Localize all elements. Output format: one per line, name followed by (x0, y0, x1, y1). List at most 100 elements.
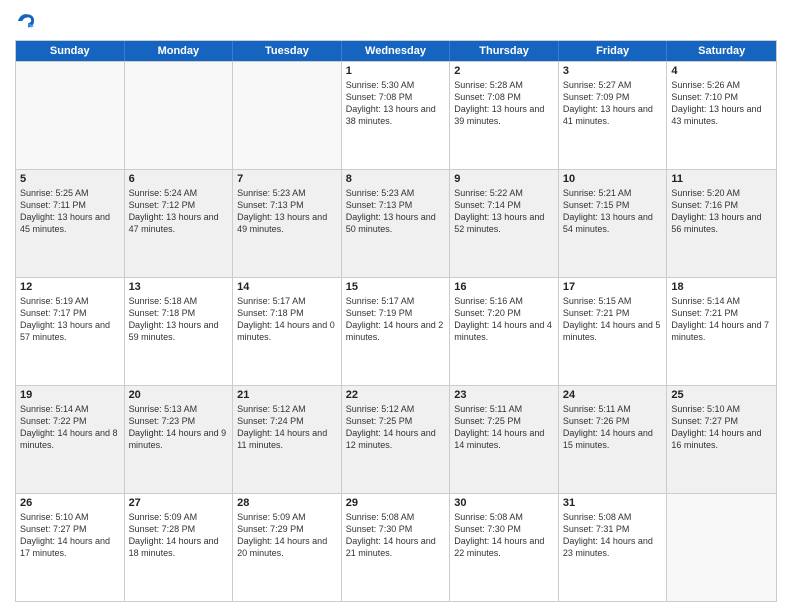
header-cell-sunday: Sunday (16, 41, 125, 61)
calendar-cell: 25 Sunrise: 5:10 AM Sunset: 7:27 PM Dayli… (667, 386, 776, 493)
calendar-header: SundayMondayTuesdayWednesdayThursdayFrid… (16, 41, 776, 61)
cell-info: Sunrise: 5:13 AM Sunset: 7:23 PM Dayligh… (129, 403, 229, 452)
header-cell-monday: Monday (125, 41, 234, 61)
calendar-cell: 4 Sunrise: 5:26 AM Sunset: 7:10 PM Daylig… (667, 62, 776, 169)
day-number: 12 (20, 281, 120, 293)
cell-info: Sunrise: 5:09 AM Sunset: 7:28 PM Dayligh… (129, 511, 229, 560)
day-number: 25 (671, 389, 772, 401)
cell-info: Sunrise: 5:21 AM Sunset: 7:15 PM Dayligh… (563, 187, 663, 236)
cell-info: Sunrise: 5:17 AM Sunset: 7:18 PM Dayligh… (237, 295, 337, 344)
day-number: 11 (671, 173, 772, 185)
day-number: 8 (346, 173, 446, 185)
logo-icon (15, 10, 37, 32)
calendar-cell: 19 Sunrise: 5:14 AM Sunset: 7:22 PM Dayli… (16, 386, 125, 493)
header (15, 10, 777, 32)
calendar-cell: 12Sunrise: 5:19 AM Sunset: 7:17 PM Dayli… (16, 278, 125, 385)
calendar-cell: 30 Sunrise: 5:08 AM Sunset: 7:30 PM Dayli… (450, 494, 559, 601)
cell-info: Sunrise: 5:14 AM Sunset: 7:22 PM Dayligh… (20, 403, 120, 452)
calendar-row-2: 5 Sunrise: 5:25 AM Sunset: 7:11 PM Daylig… (16, 169, 776, 277)
cell-info: Sunrise: 5:30 AM Sunset: 7:08 PM Dayligh… (346, 79, 446, 128)
calendar-cell: 28 Sunrise: 5:09 AM Sunset: 7:29 PM Dayli… (233, 494, 342, 601)
day-number: 13 (129, 281, 229, 293)
calendar-cell: 20 Sunrise: 5:13 AM Sunset: 7:23 PM Dayli… (125, 386, 234, 493)
calendar-cell: 9 Sunrise: 5:22 AM Sunset: 7:14 PM Daylig… (450, 170, 559, 277)
calendar-cell: 15 Sunrise: 5:17 AM Sunset: 7:19 PM Dayli… (342, 278, 451, 385)
calendar-body: 1 Sunrise: 5:30 AM Sunset: 7:08 PM Daylig… (16, 61, 776, 601)
cell-info: Sunrise: 5:16 AM Sunset: 7:20 PM Dayligh… (454, 295, 554, 344)
day-number: 14 (237, 281, 337, 293)
calendar-cell: 29Sunrise: 5:08 AM Sunset: 7:30 PM Dayli… (342, 494, 451, 601)
cell-info: Sunrise: 5:08 AM Sunset: 7:30 PM Dayligh… (454, 511, 554, 560)
day-number: 27 (129, 497, 229, 509)
calendar-cell: 18Sunrise: 5:14 AM Sunset: 7:21 PM Dayli… (667, 278, 776, 385)
cell-info: Sunrise: 5:26 AM Sunset: 7:10 PM Dayligh… (671, 79, 772, 128)
day-number: 18 (671, 281, 772, 293)
calendar-cell: 1 Sunrise: 5:30 AM Sunset: 7:08 PM Daylig… (342, 62, 451, 169)
header-cell-tuesday: Tuesday (233, 41, 342, 61)
day-number: 3 (563, 65, 663, 77)
cell-info: Sunrise: 5:23 AM Sunset: 7:13 PM Dayligh… (346, 187, 446, 236)
cell-info: Sunrise: 5:23 AM Sunset: 7:13 PM Dayligh… (237, 187, 337, 236)
day-number: 21 (237, 389, 337, 401)
header-cell-wednesday: Wednesday (342, 41, 451, 61)
day-number: 26 (20, 497, 120, 509)
day-number: 23 (454, 389, 554, 401)
calendar: SundayMondayTuesdayWednesdayThursdayFrid… (15, 40, 777, 602)
calendar-cell: 27 Sunrise: 5:09 AM Sunset: 7:28 PM Dayli… (125, 494, 234, 601)
day-number: 24 (563, 389, 663, 401)
day-number: 15 (346, 281, 446, 293)
calendar-cell: 13Sunrise: 5:18 AM Sunset: 7:18 PM Dayli… (125, 278, 234, 385)
calendar-cell: 16 Sunrise: 5:16 AM Sunset: 7:20 PM Dayli… (450, 278, 559, 385)
calendar-cell: 2Sunrise: 5:28 AM Sunset: 7:08 PM Daylig… (450, 62, 559, 169)
calendar-cell: 26Sunrise: 5:10 AM Sunset: 7:27 PM Dayli… (16, 494, 125, 601)
day-number: 10 (563, 173, 663, 185)
calendar-cell: 14 Sunrise: 5:17 AM Sunset: 7:18 PM Dayli… (233, 278, 342, 385)
cell-info: Sunrise: 5:27 AM Sunset: 7:09 PM Dayligh… (563, 79, 663, 128)
day-number: 20 (129, 389, 229, 401)
calendar-cell (16, 62, 125, 169)
day-number: 17 (563, 281, 663, 293)
calendar-cell: 17Sunrise: 5:15 AM Sunset: 7:21 PM Dayli… (559, 278, 668, 385)
calendar-row-3: 12Sunrise: 5:19 AM Sunset: 7:17 PM Dayli… (16, 277, 776, 385)
calendar-cell: 24 Sunrise: 5:11 AM Sunset: 7:26 PM Dayli… (559, 386, 668, 493)
calendar-cell: 8 Sunrise: 5:23 AM Sunset: 7:13 PM Daylig… (342, 170, 451, 277)
cell-info: Sunrise: 5:25 AM Sunset: 7:11 PM Dayligh… (20, 187, 120, 236)
cell-info: Sunrise: 5:22 AM Sunset: 7:14 PM Dayligh… (454, 187, 554, 236)
day-number: 9 (454, 173, 554, 185)
day-number: 16 (454, 281, 554, 293)
cell-info: Sunrise: 5:12 AM Sunset: 7:25 PM Dayligh… (346, 403, 446, 452)
day-number: 31 (563, 497, 663, 509)
calendar-cell: 7Sunrise: 5:23 AM Sunset: 7:13 PM Daylig… (233, 170, 342, 277)
cell-info: Sunrise: 5:10 AM Sunset: 7:27 PM Dayligh… (671, 403, 772, 452)
day-number: 28 (237, 497, 337, 509)
cell-info: Sunrise: 5:20 AM Sunset: 7:16 PM Dayligh… (671, 187, 772, 236)
cell-info: Sunrise: 5:28 AM Sunset: 7:08 PM Dayligh… (454, 79, 554, 128)
calendar-cell: 6Sunrise: 5:24 AM Sunset: 7:12 PM Daylig… (125, 170, 234, 277)
calendar-cell (233, 62, 342, 169)
day-number: 30 (454, 497, 554, 509)
calendar-cell: 31 Sunrise: 5:08 AM Sunset: 7:31 PM Dayli… (559, 494, 668, 601)
calendar-cell (125, 62, 234, 169)
header-cell-saturday: Saturday (667, 41, 776, 61)
cell-info: Sunrise: 5:08 AM Sunset: 7:31 PM Dayligh… (563, 511, 663, 560)
header-cell-friday: Friday (559, 41, 668, 61)
calendar-cell: 22 Sunrise: 5:12 AM Sunset: 7:25 PM Dayli… (342, 386, 451, 493)
day-number: 4 (671, 65, 772, 77)
day-number: 19 (20, 389, 120, 401)
calendar-cell (667, 494, 776, 601)
header-cell-thursday: Thursday (450, 41, 559, 61)
cell-info: Sunrise: 5:17 AM Sunset: 7:19 PM Dayligh… (346, 295, 446, 344)
day-number: 29 (346, 497, 446, 509)
day-number: 22 (346, 389, 446, 401)
calendar-cell: 5 Sunrise: 5:25 AM Sunset: 7:11 PM Daylig… (16, 170, 125, 277)
calendar-cell: 10 Sunrise: 5:21 AM Sunset: 7:15 PM Dayli… (559, 170, 668, 277)
calendar-cell: 21Sunrise: 5:12 AM Sunset: 7:24 PM Dayli… (233, 386, 342, 493)
calendar-cell: 3 Sunrise: 5:27 AM Sunset: 7:09 PM Daylig… (559, 62, 668, 169)
day-number: 5 (20, 173, 120, 185)
day-number: 1 (346, 65, 446, 77)
calendar-row-5: 26Sunrise: 5:10 AM Sunset: 7:27 PM Dayli… (16, 493, 776, 601)
cell-info: Sunrise: 5:11 AM Sunset: 7:26 PM Dayligh… (563, 403, 663, 452)
calendar-row-1: 1 Sunrise: 5:30 AM Sunset: 7:08 PM Daylig… (16, 61, 776, 169)
cell-info: Sunrise: 5:11 AM Sunset: 7:25 PM Dayligh… (454, 403, 554, 452)
cell-info: Sunrise: 5:09 AM Sunset: 7:29 PM Dayligh… (237, 511, 337, 560)
